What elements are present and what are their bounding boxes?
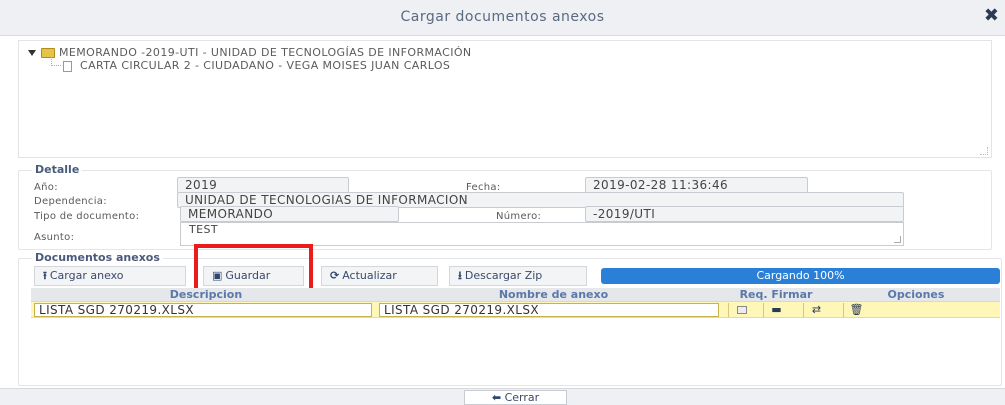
col-req-firmar[interactable]: Req. Firmar bbox=[726, 288, 826, 301]
download-icon: ⭳ bbox=[458, 269, 462, 282]
tipo-documento-field[interactable]: MEMORANDO bbox=[180, 206, 399, 222]
col-descripcion[interactable]: Descripcion bbox=[31, 288, 381, 301]
fecha-field[interactable]: 2019-02-28 11:36:46 bbox=[585, 177, 808, 193]
trash-icon[interactable]: 🗑 bbox=[843, 303, 869, 317]
asunto-label: Asunto: bbox=[34, 232, 75, 243]
swap-icon[interactable]: ⇄ bbox=[803, 303, 829, 317]
checkbox-icon[interactable] bbox=[736, 306, 747, 314]
expand-triangle-icon[interactable] bbox=[28, 50, 36, 56]
tree-node-root[interactable]: MEMORANDO -2019-UTI - UNIDAD DE TECNOLOG… bbox=[28, 46, 472, 59]
upload-icon: ⭱ bbox=[43, 269, 47, 282]
table-row[interactable]: LISTA SGD 270219.XLSX LISTA SGD 270219.X… bbox=[31, 301, 1000, 318]
cargar-anexo-button[interactable]: ⭱ Cargar anexo bbox=[34, 266, 186, 286]
dialog-title: Cargar documentos anexos bbox=[400, 9, 605, 25]
folder-open-icon[interactable]: ▬ bbox=[763, 303, 789, 317]
numero-field[interactable]: -2019/UTI bbox=[585, 206, 904, 222]
tree-node-root-label: MEMORANDO -2019-UTI - UNIDAD DE TECNOLOG… bbox=[59, 46, 472, 59]
document-tree: MEMORANDO -2019-UTI - UNIDAD DE TECNOLOG… bbox=[18, 40, 992, 158]
anio-field[interactable]: 2019 bbox=[177, 177, 349, 193]
resize-grip[interactable] bbox=[980, 147, 988, 155]
cargar-anexo-label: Cargar anexo bbox=[49, 269, 124, 282]
detalle-legend: Detalle bbox=[32, 163, 83, 176]
tree-node-child-label: CARTA CIRCULAR 2 - CIUDADANO - VEGA MOIS… bbox=[80, 59, 451, 72]
cerrar-button[interactable]: ⬅ Cerrar bbox=[464, 390, 567, 405]
close-icon[interactable]: ✖ bbox=[984, 6, 999, 26]
guardar-highlight-box bbox=[194, 244, 313, 294]
anio-label: Año: bbox=[34, 182, 58, 193]
tree-node-child[interactable]: CARTA CIRCULAR 2 - CIUDADANO - VEGA MOIS… bbox=[63, 59, 450, 72]
dependencia-label: Dependencia: bbox=[34, 196, 107, 207]
actualizar-label: Actualizar bbox=[342, 269, 397, 282]
refresh-icon: ⟳ bbox=[330, 269, 340, 282]
nombre-anexo-cell[interactable]: LISTA SGD 270219.XLSX bbox=[379, 303, 719, 317]
actualizar-button[interactable]: ⟳ Actualizar bbox=[321, 266, 438, 286]
numero-label: Número: bbox=[496, 211, 542, 222]
req-firmar-checkbox[interactable] bbox=[728, 303, 754, 317]
title-bar: Cargar documentos anexos ✖ bbox=[0, 0, 1005, 36]
descargar-zip-button[interactable]: ⭳ Descargar Zip bbox=[449, 266, 587, 286]
asunto-value: TEST bbox=[189, 223, 218, 236]
file-icon bbox=[63, 60, 72, 72]
asunto-textarea[interactable]: TEST bbox=[180, 222, 904, 246]
tipo-documento-label: Tipo de documento: bbox=[34, 211, 140, 222]
progress-text: Cargando 100% bbox=[756, 269, 845, 282]
descripcion-cell[interactable]: LISTA SGD 270219.XLSX bbox=[34, 303, 372, 317]
col-nombre-anexo[interactable]: Nombre de anexo bbox=[381, 288, 726, 301]
descargar-zip-label: Descargar Zip bbox=[464, 269, 543, 282]
grid-header: Descripcion Nombre de anexo Req. Firmar … bbox=[31, 288, 1000, 301]
arrow-left-icon: ⬅ bbox=[491, 391, 502, 404]
dialog: Cargar documentos anexos ✖ MEMORANDO -20… bbox=[0, 0, 1005, 405]
anexos-legend: Documentos anexos bbox=[32, 251, 163, 264]
upload-progress-bar: Cargando 100% bbox=[601, 268, 1000, 284]
tree-connector bbox=[51, 57, 61, 66]
cerrar-label: Cerrar bbox=[504, 391, 540, 404]
col-opciones[interactable]: Opciones bbox=[861, 288, 971, 301]
resize-grip[interactable] bbox=[894, 236, 901, 243]
